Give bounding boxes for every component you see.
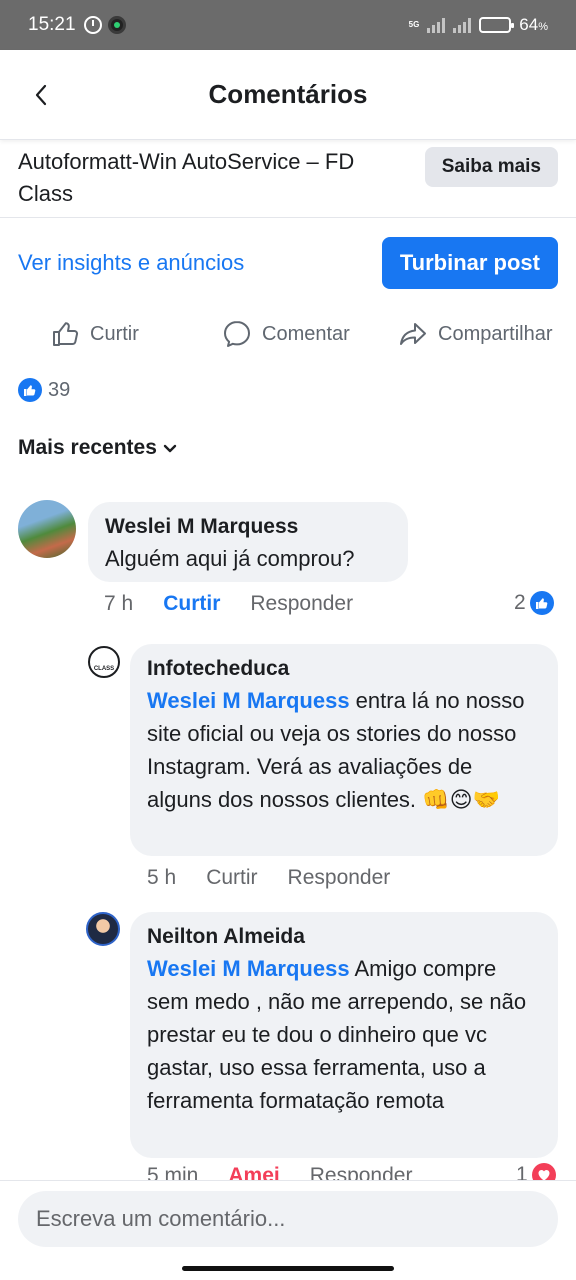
emoji-smile: 😊 — [449, 787, 473, 812]
share-button[interactable]: Compartilhar — [398, 319, 552, 349]
network-type: 5G — [408, 20, 420, 29]
home-indicator[interactable] — [182, 1266, 394, 1271]
reaction-summary[interactable]: 39 — [18, 378, 70, 402]
battery-icon — [479, 17, 515, 33]
share-label: Compartilhar — [438, 322, 553, 345]
comment-author[interactable]: Neilton Almeida — [147, 922, 541, 952]
comment-author[interactable]: Weslei M Marquess — [105, 512, 391, 542]
comment-bubble[interactable]: Infotecheduca Weslei M Marquess entra lá… — [130, 644, 558, 856]
like-reaction-icon — [18, 378, 42, 402]
comment-time: 5 h — [147, 866, 177, 889]
share-arrow-icon — [400, 323, 426, 345]
comment-button[interactable]: Comentar — [222, 319, 350, 349]
comment-meta: 7 h Curtir Responder — [104, 592, 353, 616]
signal-icon — [453, 17, 472, 33]
like-button[interactable]: Curtir — [50, 319, 139, 349]
comment-time: 7 h — [104, 592, 134, 615]
comment-reactions[interactable]: 2 — [514, 591, 554, 615]
sort-label: Mais recentes — [18, 436, 157, 459]
status-bar: 15:21 5G 64% — [0, 0, 576, 50]
comment-composer — [0, 1180, 576, 1280]
like-label: Curtir — [90, 322, 139, 345]
emoji-handshake: 🤝 — [472, 787, 500, 812]
ad-banner: Autoformatt-Win AutoService – FD Class S… — [0, 140, 576, 218]
comment-meta: 5 h Curtir Responder — [147, 866, 390, 890]
comment-label: Comentar — [262, 322, 350, 345]
sort-dropdown[interactable]: Mais recentes — [18, 436, 177, 460]
status-time: 15:21 — [28, 14, 76, 35]
comment-reply-button[interactable]: Responder — [250, 592, 353, 616]
comment-text: Alguém aqui já comprou? — [105, 546, 355, 571]
avatar[interactable] — [18, 500, 76, 558]
avatar[interactable]: CLASS — [88, 646, 120, 678]
comment-text: Weslei M Marquess Amigo compre sem medo … — [147, 956, 527, 1113]
mention-link[interactable]: Weslei M Marquess — [147, 956, 350, 981]
post-actions: Curtir Comentar Compartilhar — [0, 306, 576, 362]
comment-reaction-count: 2 — [514, 591, 526, 614]
avatar-logo-text: CLASS — [93, 666, 115, 672]
comment-input[interactable] — [18, 1191, 558, 1247]
comment-author[interactable]: Infotecheduca — [147, 654, 541, 684]
like-reaction-icon — [529, 591, 554, 615]
chevron-left-icon — [35, 84, 47, 106]
avatar[interactable] — [86, 912, 120, 946]
battery-percent: 64% — [519, 15, 548, 34]
boost-post-button[interactable]: Turbinar post — [381, 237, 558, 289]
comment-text: Weslei M Marquess entra lá no nosso site… — [147, 688, 525, 812]
comments-header: Comentários — [0, 50, 576, 140]
comment-like-button[interactable]: Curtir — [163, 592, 220, 616]
view-insights-link[interactable]: Ver insights e anúncios — [18, 250, 244, 276]
reaction-count: 39 — [48, 378, 71, 401]
comment-like-button[interactable]: Curtir — [206, 866, 257, 890]
comment-bubble[interactable]: Neilton Almeida Weslei M Marquess Amigo … — [130, 912, 558, 1158]
thumbs-up-icon — [53, 322, 79, 346]
ad-title[interactable]: Autoformatt-Win AutoService – FD Class — [18, 146, 408, 210]
app-notification-icon — [107, 16, 126, 34]
comment-bubble-icon — [224, 321, 250, 347]
mention-link[interactable]: Weslei M Marquess — [147, 688, 350, 713]
emoji-fist: 👊 — [422, 787, 450, 812]
alarm-icon — [83, 16, 102, 34]
page-title: Comentários — [208, 79, 368, 109]
back-button[interactable] — [26, 80, 56, 110]
comment-reply-button[interactable]: Responder — [288, 866, 391, 890]
learn-more-button[interactable]: Saiba mais — [424, 147, 558, 187]
insights-row: Ver insights e anúncios Turbinar post — [0, 218, 576, 308]
signal-icon — [427, 17, 446, 33]
comment-bubble[interactable]: Weslei M Marquess Alguém aqui já comprou… — [88, 502, 408, 582]
chevron-down-icon — [163, 444, 177, 453]
